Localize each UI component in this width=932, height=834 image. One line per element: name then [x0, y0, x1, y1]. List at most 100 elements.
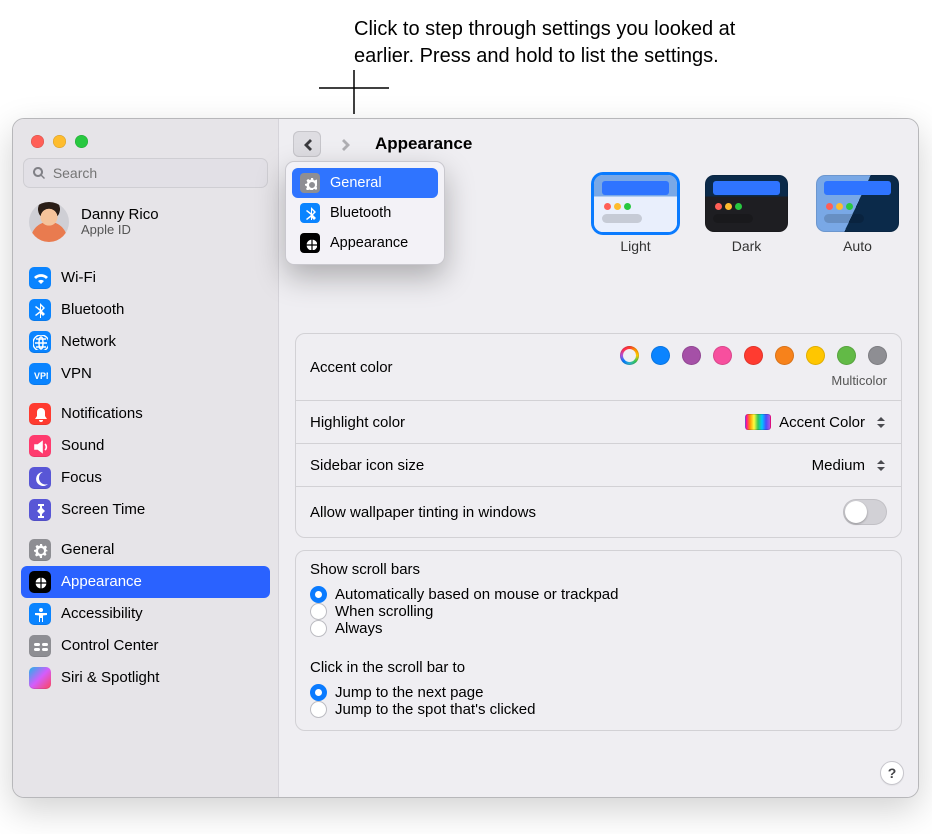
sidebar-item-st[interactable]: Screen Time — [21, 494, 270, 526]
radio-label: Always — [335, 620, 383, 637]
accent-swatch[interactable] — [651, 346, 670, 365]
window-controls — [13, 119, 278, 158]
highlight-color-select[interactable]: Accent Color — [745, 413, 887, 431]
forward-button[interactable] — [331, 131, 359, 157]
highlight-color-value: Accent Color — [779, 414, 865, 431]
sound-icon — [29, 435, 51, 457]
sidebar-item-label: Siri & Spotlight — [61, 669, 159, 686]
sidebar-item-cc[interactable]: Control Center — [21, 630, 270, 662]
sidebar-item-label: Bluetooth — [61, 301, 124, 318]
sidebar-icon-size-value: Medium — [812, 457, 865, 474]
content-header: Appearance — [279, 119, 918, 163]
accent-swatch[interactable] — [806, 346, 825, 365]
sidebar-item-label: VPN — [61, 365, 92, 382]
radio-label: Jump to the next page — [335, 684, 483, 701]
apple-id-row[interactable]: Danny Rico Apple ID — [13, 188, 278, 254]
cc-icon — [29, 635, 51, 657]
theme-light[interactable]: Light — [594, 175, 677, 254]
theme-preview-icon — [594, 175, 677, 232]
scroll-bars-option[interactable]: Automatically based on mouse or trackpad — [310, 586, 887, 603]
sidebar-item-vpn[interactable]: VPN — [21, 358, 270, 390]
gen-icon — [300, 173, 320, 193]
chevron-right-icon — [339, 137, 351, 151]
theme-dark[interactable]: Dark — [705, 175, 788, 254]
sidebar-icon-size-select[interactable]: Medium — [812, 456, 887, 474]
history-item-bt[interactable]: Bluetooth — [292, 198, 438, 228]
sidebar-item-app[interactable]: Appearance — [21, 566, 270, 598]
sidebar-item-label: Focus — [61, 469, 102, 486]
net-icon — [29, 331, 51, 353]
accent-swatch[interactable] — [744, 346, 763, 365]
settings-section-appearance: Accent color Multicolor Highlight color … — [295, 333, 902, 538]
sidebar-item-label: Network — [61, 333, 116, 350]
system-settings-window: Danny Rico Apple ID Wi-Fi Bluetooth Netw… — [12, 118, 919, 798]
wallpaper-tinting-toggle[interactable] — [843, 499, 887, 525]
history-item-app[interactable]: Appearance — [292, 228, 438, 258]
wallpaper-tinting-label: Allow wallpaper tinting in windows — [310, 504, 536, 521]
profile-subtitle: Apple ID — [81, 223, 159, 238]
sidebar-item-gen[interactable]: General — [21, 534, 270, 566]
st-icon — [29, 499, 51, 521]
search-field[interactable] — [23, 158, 268, 188]
accent-swatch[interactable] — [837, 346, 856, 365]
accent-swatch[interactable] — [775, 346, 794, 365]
siri-icon — [29, 667, 51, 689]
sidebar-item-label: Accessibility — [61, 605, 143, 622]
theme-label: Light — [620, 238, 650, 254]
accent-swatch[interactable] — [682, 346, 701, 365]
back-button[interactable] — [293, 131, 321, 157]
app-icon — [29, 571, 51, 593]
settings-section-scrolling: Show scroll bars Automatically based on … — [295, 550, 902, 731]
radio-icon — [310, 586, 327, 603]
scroll-bars-option[interactable]: Always — [310, 620, 887, 637]
updown-icon — [873, 413, 887, 431]
app-icon — [300, 233, 320, 253]
theme-auto[interactable]: Auto — [816, 175, 899, 254]
close-icon[interactable] — [31, 135, 44, 148]
scroll-click-option[interactable]: Jump to the next page — [310, 684, 887, 701]
sidebar-item-bt[interactable]: Bluetooth — [21, 294, 270, 326]
sidebar-item-focus[interactable]: Focus — [21, 462, 270, 494]
highlight-color-label: Highlight color — [310, 414, 405, 431]
avatar — [29, 202, 69, 242]
help-icon: ? — [888, 765, 897, 781]
scroll-click-option[interactable]: Jump to the spot that's clicked — [310, 701, 887, 718]
page-title: Appearance — [375, 134, 472, 154]
accent-swatch[interactable] — [868, 346, 887, 365]
radio-label: Jump to the spot that's clicked — [335, 701, 535, 718]
minimize-icon[interactable] — [53, 135, 66, 148]
sidebar-item-notif[interactable]: Notifications — [21, 398, 270, 430]
scroll-click-title: Click in the scroll bar to — [310, 659, 887, 676]
scroll-bars-option[interactable]: When scrolling — [310, 603, 887, 620]
sidebar-item-siri[interactable]: Siri & Spotlight — [21, 662, 270, 694]
appearance-themes: Light Dark Auto — [594, 175, 899, 254]
callout-text: Click to step through settings you looke… — [354, 16, 784, 70]
sidebar-item-label: Notifications — [61, 405, 143, 422]
wifi-icon — [29, 267, 51, 289]
help-button[interactable]: ? — [880, 761, 904, 785]
highlight-swatch-icon — [745, 414, 771, 430]
radio-label: Automatically based on mouse or trackpad — [335, 586, 618, 603]
accent-swatch-multicolor[interactable] — [620, 346, 639, 365]
callout-region: Click to step through settings you looke… — [0, 0, 932, 118]
accent-swatch[interactable] — [713, 346, 732, 365]
sidebar-item-sound[interactable]: Sound — [21, 430, 270, 462]
sidebar-item-wifi[interactable]: Wi-Fi — [21, 262, 270, 294]
fullscreen-icon[interactable] — [75, 135, 88, 148]
sidebar-item-label: Appearance — [61, 573, 142, 590]
sidebar-item-net[interactable]: Network — [21, 326, 270, 358]
radio-icon — [310, 620, 327, 637]
radio-icon — [310, 701, 327, 718]
sidebar-item-label: General — [61, 541, 114, 558]
search-input[interactable] — [51, 164, 259, 182]
radio-label: When scrolling — [335, 603, 433, 620]
sidebar-list: Wi-Fi Bluetooth Network VPN Notification… — [13, 254, 278, 694]
bt-icon — [300, 203, 320, 223]
theme-label: Auto — [843, 238, 872, 254]
history-item-gen[interactable]: General — [292, 168, 438, 198]
accent-color-label: Accent color — [310, 359, 393, 376]
history-dropdown[interactable]: General Bluetooth Appearance — [285, 161, 445, 265]
focus-icon — [29, 467, 51, 489]
sidebar-item-label: Screen Time — [61, 501, 145, 518]
sidebar-item-acc[interactable]: Accessibility — [21, 598, 270, 630]
